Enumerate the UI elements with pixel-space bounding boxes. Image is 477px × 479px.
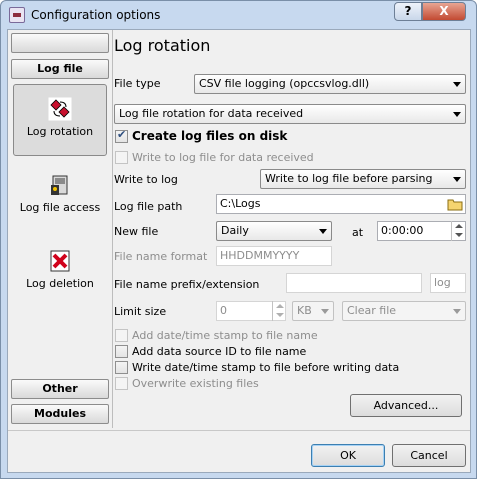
rotation-mode-select[interactable]: Log file rotation for data received: [114, 104, 466, 124]
limit-size-label: Limit size: [114, 305, 167, 318]
sidebar-item-log-deletion[interactable]: Log deletion: [13, 249, 107, 301]
chevron-down-icon: [321, 309, 329, 314]
limit-unit-select[interactable]: KB: [292, 301, 334, 321]
write-for-data-received-label: Write to log file for data received: [132, 151, 314, 164]
write-datetime-stamp-label: Write date/time stamp to file before wri…: [132, 361, 400, 374]
dialog-client-area: Log file Log rotation Log file access Lo…: [7, 29, 471, 473]
chevron-down-icon: [453, 177, 461, 182]
page-title: Log rotation: [114, 36, 211, 55]
file-prefix-input[interactable]: [286, 273, 422, 293]
file-name-format-label: File name format: [114, 250, 208, 263]
configuration-window: Configuration options ? X Log file Log r…: [0, 0, 477, 479]
create-log-files-label: Create log files on disk: [132, 129, 288, 143]
file-type-select[interactable]: CSV file logging (opccsvlog.dll): [194, 74, 466, 94]
add-source-id-label: Add data source ID to file name: [132, 345, 307, 358]
file-extension-input[interactable]: log: [430, 273, 466, 293]
log-deletion-icon: [50, 250, 70, 272]
write-datetime-stamp-checkbox[interactable]: [115, 361, 128, 374]
chevron-down-icon: [453, 309, 461, 314]
dialog-footer: OK Cancel: [8, 430, 470, 472]
add-source-id-checkbox[interactable]: [115, 345, 128, 358]
sidebar-item-label: Log deletion: [26, 277, 94, 290]
limit-action-select[interactable]: Clear file: [342, 301, 466, 321]
sidebar-group-top[interactable]: [11, 33, 109, 53]
advanced-button[interactable]: Advanced...: [350, 394, 462, 417]
add-datetime-to-filename-label: Add date/time stamp to file name: [132, 329, 318, 342]
file-type-label: File type: [114, 77, 161, 90]
add-datetime-to-filename-checkbox[interactable]: [115, 329, 128, 342]
help-button[interactable]: ?: [394, 2, 422, 21]
limit-unit-value: KB: [297, 304, 312, 317]
file-extension-value: log: [434, 276, 451, 289]
file-name-format-input[interactable]: HHDDMMYYYY: [216, 246, 332, 266]
sidebar-item-label: Log rotation: [26, 125, 94, 138]
sidebar-item-log-rotation[interactable]: Log rotation: [13, 84, 107, 156]
log-rotation-icon: [48, 97, 72, 121]
file-name-format-placeholder: HHDDMMYYYY: [220, 249, 300, 262]
write-for-data-received-checkbox[interactable]: [115, 151, 128, 164]
chevron-down-icon: [453, 82, 461, 87]
prefix-extension-label: File name prefix/extension: [114, 278, 260, 291]
limit-size-value: 0: [220, 304, 227, 317]
sidebar-item-label: Log file access: [19, 201, 101, 214]
window-title: Configuration options: [31, 8, 161, 22]
log-file-path-input[interactable]: C:\Logs: [216, 194, 466, 214]
at-time-spinner[interactable]: [451, 221, 465, 241]
sidebar: Log file Log rotation Log file access Lo…: [11, 33, 109, 429]
file-type-value: CSV file logging (opccsvlog.dll): [199, 77, 370, 90]
write-to-log-select[interactable]: Write to log file before parsing: [260, 169, 466, 189]
chevron-down-icon: [319, 229, 327, 234]
chevron-down-icon: [453, 112, 461, 117]
limit-action-value: Clear file: [347, 304, 397, 317]
app-icon: [9, 7, 25, 23]
sidebar-group-modules[interactable]: Modules: [11, 404, 109, 424]
log-rotation-panel: Log rotation File type CSV file logging …: [112, 30, 470, 430]
overwrite-files-checkbox[interactable]: [115, 377, 128, 390]
log-file-path-value: C:\Logs: [220, 197, 261, 210]
close-button[interactable]: X: [422, 2, 466, 21]
sidebar-group-log-file[interactable]: Log file: [11, 59, 109, 79]
create-log-files-checkbox[interactable]: [115, 128, 128, 143]
write-to-log-value: Write to log file before parsing: [265, 172, 433, 185]
overwrite-files-label: Overwrite existing files: [132, 377, 259, 390]
limit-size-spinner[interactable]: [272, 301, 286, 321]
folder-icon[interactable]: [447, 197, 463, 211]
log-file-access-icon: [51, 175, 68, 195]
new-file-label: New file: [114, 225, 159, 238]
new-file-value: Daily: [221, 224, 249, 237]
sidebar-item-log-file-access[interactable]: Log file access: [13, 173, 107, 225]
at-label: at: [352, 226, 364, 239]
cancel-button[interactable]: Cancel: [392, 444, 466, 467]
new-file-select[interactable]: Daily: [216, 221, 332, 241]
sidebar-group-other[interactable]: Other: [11, 379, 109, 399]
log-file-path-label: Log file path: [114, 200, 183, 213]
ok-button[interactable]: OK: [311, 444, 385, 467]
rotation-mode-value: Log file rotation for data received: [119, 107, 304, 120]
at-time-value: 0:00:00: [381, 224, 424, 237]
write-to-log-label: Write to log: [114, 173, 178, 186]
title-bar: Configuration options ? X: [1, 1, 476, 29]
